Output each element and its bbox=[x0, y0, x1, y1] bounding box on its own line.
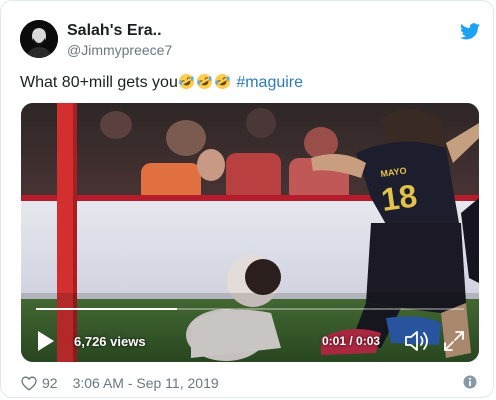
laughing-emoji-icon bbox=[214, 73, 230, 90]
fullscreen-icon[interactable] bbox=[443, 330, 465, 352]
twitter-bird-icon[interactable] bbox=[460, 23, 480, 40]
hashtag-link[interactable]: #maguire bbox=[236, 74, 303, 91]
tweet-timestamp[interactable]: 3:06 AM - Sep 11, 2019 bbox=[73, 375, 219, 391]
video-progress-fill bbox=[36, 308, 178, 310]
volume-icon[interactable] bbox=[404, 329, 430, 353]
info-icon[interactable] bbox=[463, 375, 477, 389]
video-player[interactable]: MAYO 18 6,726 views 0:01 / 0:03 bbox=[21, 103, 479, 362]
video-frame: MAYO 18 bbox=[21, 103, 479, 362]
heart-icon[interactable] bbox=[21, 375, 37, 391]
laughing-emoji-icon bbox=[196, 73, 212, 90]
like-count[interactable]: 92 bbox=[42, 375, 58, 391]
tweet-text-body: What 80+mill gets you bbox=[20, 74, 178, 91]
view-count: 6,726 views bbox=[74, 334, 146, 349]
jersey-number: 18 bbox=[379, 177, 419, 218]
display-name[interactable]: Salah's Era.. bbox=[67, 22, 162, 40]
video-timecode: 0:01 / 0:03 bbox=[322, 334, 381, 348]
play-icon[interactable] bbox=[37, 330, 55, 352]
tweet-card: Salah's Era.. @Jimmypreece7 What 80+mill… bbox=[0, 0, 494, 398]
tweet-text: What 80+mill gets you #maguire bbox=[20, 73, 303, 92]
user-handle[interactable]: @Jimmypreece7 bbox=[67, 42, 172, 58]
avatar[interactable] bbox=[20, 20, 58, 58]
video-progress-bar[interactable] bbox=[36, 308, 464, 310]
laughing-emoji-icon bbox=[178, 73, 194, 90]
tweet-footer: 92 3:06 AM - Sep 11, 2019 bbox=[21, 374, 219, 392]
